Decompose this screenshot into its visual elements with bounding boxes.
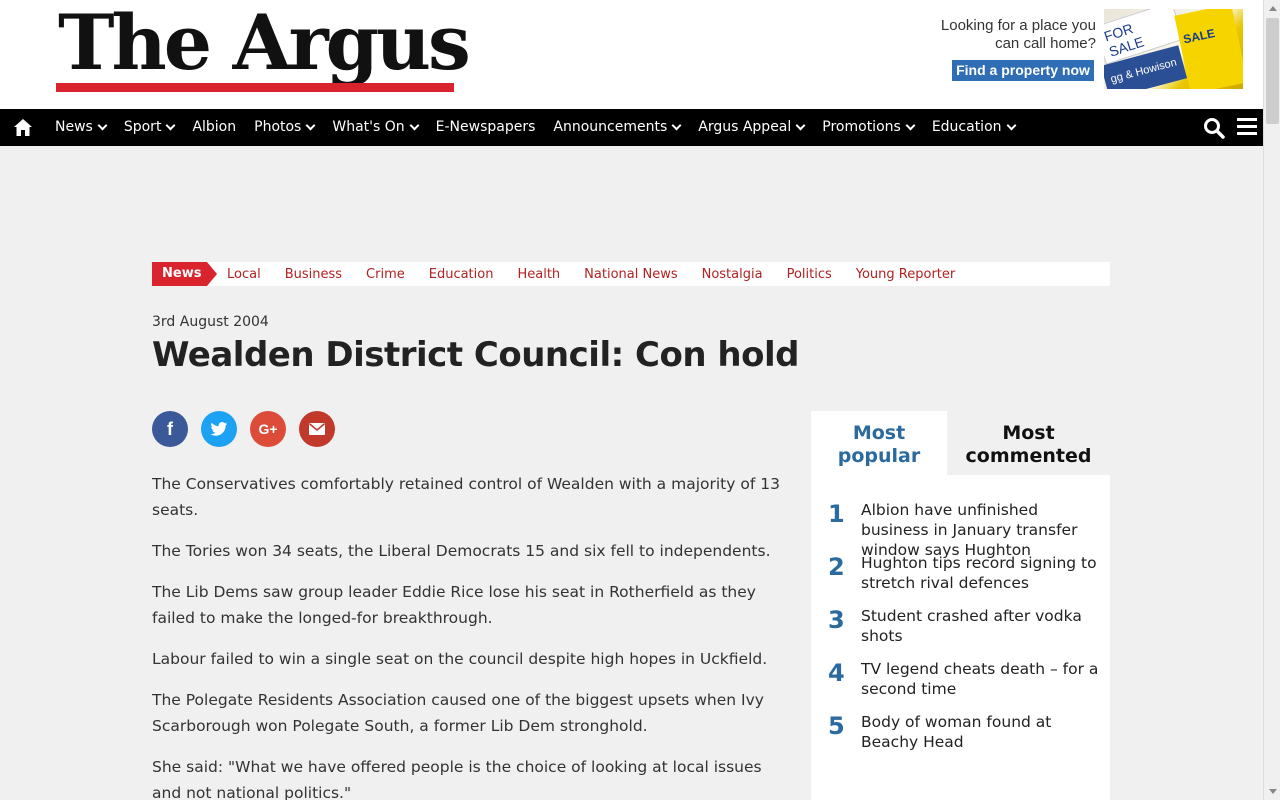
article-body: The Conservatives comfortably retained c… bbox=[152, 471, 792, 800]
popular-headline-link[interactable]: Hughton tips record signing to stretch r… bbox=[861, 553, 1101, 593]
scroll-down-arrow[interactable] bbox=[1264, 783, 1280, 800]
logo-text: The Argus bbox=[58, 0, 471, 87]
home-icon[interactable] bbox=[13, 118, 33, 137]
twitter-icon bbox=[210, 421, 228, 436]
tab-most-popular[interactable]: Most popular bbox=[811, 411, 947, 475]
section-link-education[interactable]: Education bbox=[429, 262, 494, 286]
section-link-local[interactable]: Local bbox=[227, 262, 261, 286]
section-link-young-reporter[interactable]: Young Reporter bbox=[856, 262, 955, 286]
popular-item[interactable]: 1 Albion have unfinished business in Janu… bbox=[811, 497, 1110, 559]
property-ad[interactable]: Looking for a place you can call home? F… bbox=[938, 9, 1243, 89]
google-plus-icon: G+ bbox=[258, 421, 278, 437]
popular-rank: 5 bbox=[828, 712, 845, 740]
article-paragraph: The Tories won 34 seats, the Liberal Dem… bbox=[152, 542, 771, 560]
nav-item-e-newspapers[interactable]: E-Newspapers bbox=[427, 109, 545, 146]
popular-rank: 2 bbox=[828, 553, 845, 581]
nav-items: News Sport Albion Photos What's On E-Newspape… bbox=[46, 109, 1024, 146]
nav-item-promotions[interactable]: Promotions bbox=[813, 109, 923, 146]
share-buttons: f G+ bbox=[152, 411, 348, 447]
tab-most-commented[interactable]: Most commented bbox=[947, 411, 1110, 475]
scrollbar[interactable] bbox=[1263, 0, 1280, 800]
nav-item-label: News bbox=[55, 119, 93, 135]
chevron-down-icon bbox=[409, 120, 420, 130]
section-link-national-news[interactable]: National News bbox=[584, 262, 677, 286]
nav-item-sport[interactable]: Sport bbox=[115, 109, 184, 146]
section-link-health[interactable]: Health bbox=[517, 262, 560, 286]
google-plus-share-button[interactable]: G+ bbox=[250, 411, 286, 447]
popular-headline-link[interactable]: TV legend cheats death – for a second ti… bbox=[861, 659, 1101, 699]
section-link-politics[interactable]: Politics bbox=[787, 262, 832, 286]
chevron-down-icon bbox=[795, 120, 806, 130]
chevron-down-icon bbox=[97, 120, 108, 130]
menu-icon[interactable] bbox=[1237, 118, 1257, 136]
nav-item-what-s-on[interactable]: What's On bbox=[323, 109, 426, 146]
article-paragraph: The Lib Dems saw group leader Eddie Rice… bbox=[152, 583, 756, 627]
section-link-nostalgia[interactable]: Nostalgia bbox=[702, 262, 763, 286]
popular-rank: 4 bbox=[828, 659, 845, 687]
ad-image[interactable]: FOR SALE SALE gg & Howison bbox=[1104, 9, 1243, 89]
email-share-button[interactable] bbox=[299, 411, 335, 447]
email-icon bbox=[309, 423, 325, 435]
article-paragraph: The Polegate Residents Association cause… bbox=[152, 691, 764, 735]
popular-item[interactable]: 3 Student crashed after vodka shots bbox=[811, 603, 1110, 656]
ad-text: Looking for a place you can call home? bbox=[940, 17, 1096, 52]
twitter-share-button[interactable] bbox=[201, 411, 237, 447]
nav-item-label: Education bbox=[931, 119, 1002, 135]
site-logo[interactable]: The Argus bbox=[56, 0, 471, 92]
nav-item-label: Argus Appeal bbox=[698, 119, 792, 135]
popular-item[interactable]: 5 Body of woman found at Beachy Head bbox=[811, 709, 1110, 762]
popular-list: 1 Albion have unfinished business in Janu… bbox=[811, 497, 1110, 762]
popular-rank: 3 bbox=[828, 606, 845, 634]
popular-item[interactable]: 2 Hughton tips record signing to stretch … bbox=[811, 550, 1110, 603]
popular-item[interactable]: 4 TV legend cheats death – for a second t… bbox=[811, 656, 1110, 709]
logo-underline bbox=[56, 83, 454, 92]
chevron-down-icon bbox=[165, 120, 176, 130]
section-link-business[interactable]: Business bbox=[285, 262, 342, 286]
nav-item-education[interactable]: Education bbox=[923, 109, 1024, 146]
article-paragraph: She said: "What we have offered people i… bbox=[152, 758, 762, 800]
facebook-share-button[interactable]: f bbox=[152, 411, 188, 447]
popular-rank: 1 bbox=[828, 500, 845, 528]
nav-item-label: E-Newspapers bbox=[435, 119, 536, 135]
nav-item-label: What's On bbox=[332, 119, 405, 135]
nav-item-albion[interactable]: Albion bbox=[183, 109, 245, 146]
scroll-thumb[interactable] bbox=[1266, 18, 1279, 124]
masthead: The Argus Looking for a place you can ca… bbox=[0, 0, 1263, 109]
section-links: Local Business Crime Education Health Nationa… bbox=[227, 262, 979, 286]
scroll-up-arrow[interactable] bbox=[1264, 0, 1280, 17]
nav-item-argus-appeal[interactable]: Argus Appeal bbox=[689, 109, 813, 146]
popular-headline-link[interactable]: Student crashed after vodka shots bbox=[861, 606, 1101, 646]
main-nav: News Sport Albion Photos What's On E-Newspape… bbox=[0, 109, 1263, 146]
widget-tabs: Most popular Most commented bbox=[811, 411, 1110, 475]
article-paragraph: Labour failed to win a single seat on th… bbox=[152, 650, 768, 668]
nav-item-label: Photos bbox=[254, 119, 302, 135]
nav-item-label: Sport bbox=[123, 119, 162, 135]
nav-item-label: Albion bbox=[192, 119, 237, 135]
section-link-crime[interactable]: Crime bbox=[366, 262, 405, 286]
nav-item-announcements[interactable]: Announcements bbox=[544, 109, 689, 146]
article-date: 3rd August 2004 bbox=[152, 314, 269, 330]
facebook-icon: f bbox=[167, 418, 173, 439]
nav-item-photos[interactable]: Photos bbox=[245, 109, 323, 146]
section-tag-news[interactable]: News bbox=[152, 262, 217, 286]
chevron-down-icon bbox=[305, 120, 316, 130]
popular-headline-link[interactable]: Body of woman found at Beachy Head bbox=[861, 712, 1101, 752]
chevron-down-icon bbox=[905, 120, 916, 130]
find-property-button[interactable]: Find a property now bbox=[952, 60, 1094, 81]
nav-item-news[interactable]: News bbox=[46, 109, 115, 146]
article-title: Wealden District Council: Con hold bbox=[152, 335, 799, 375]
article-paragraph: The Conservatives comfortably retained c… bbox=[152, 475, 780, 519]
nav-item-label: Announcements bbox=[553, 119, 668, 135]
most-popular-widget: Most popular Most commented 1 Albion have… bbox=[811, 411, 1110, 800]
search-icon[interactable] bbox=[1203, 117, 1225, 139]
chevron-down-icon bbox=[1006, 120, 1016, 130]
section-nav: News Local Business Crime Education Health Na… bbox=[152, 262, 1110, 286]
nav-item-label: Promotions bbox=[822, 119, 901, 135]
chevron-down-icon bbox=[671, 120, 682, 130]
